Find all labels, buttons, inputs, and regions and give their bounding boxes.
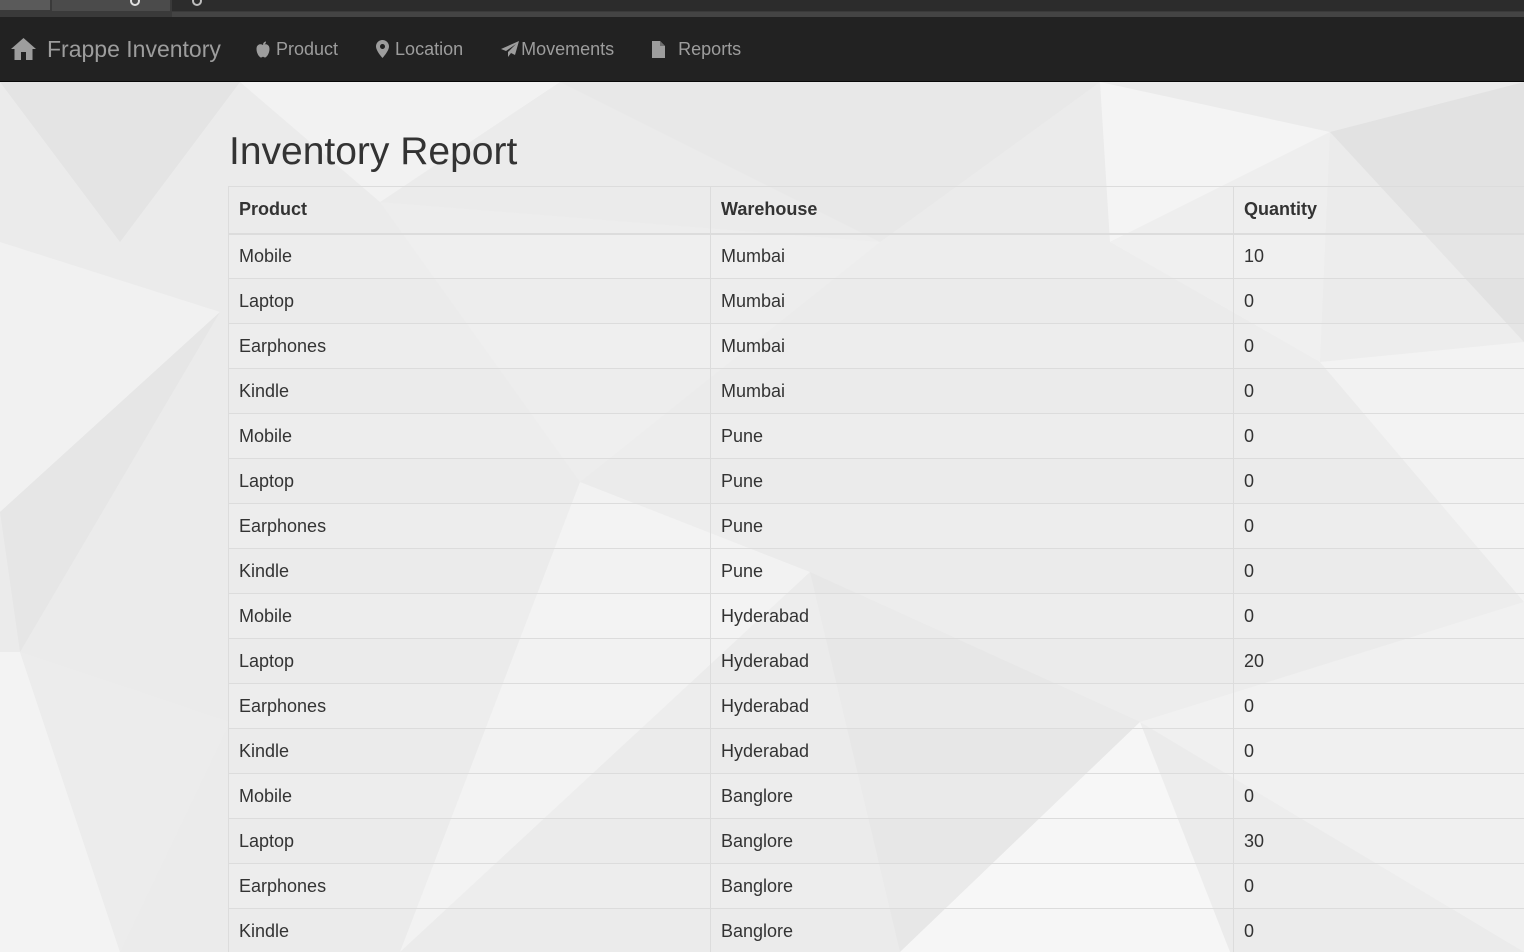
product-cell: Laptop	[228, 458, 711, 504]
quantity-cell: 0	[1233, 278, 1524, 324]
nav-item-label: Product	[276, 38, 339, 59]
brand-link[interactable]: Frappe Inventory	[11, 17, 221, 81]
warehouse-cell: Hyderabad	[710, 638, 1234, 684]
nav-item-label: Reports	[678, 38, 742, 59]
quantity-cell: 0	[1233, 458, 1524, 504]
product-cell: Laptop	[228, 818, 711, 864]
browser-tab-strip	[0, 0, 1524, 17]
map-marker-icon	[376, 40, 390, 58]
quantity-cell: 0	[1233, 548, 1524, 594]
product-cell: Earphones	[228, 683, 711, 729]
warehouse-cell: Mumbai	[710, 278, 1234, 324]
warehouse-cell: Mumbai	[710, 233, 1234, 279]
warehouse-cell: Banglore	[710, 773, 1234, 819]
product-cell: Mobile	[228, 773, 711, 819]
column-header-warehouse: Warehouse	[710, 186, 1234, 235]
home-icon	[11, 38, 36, 60]
product-cell: Kindle	[228, 548, 711, 594]
quantity-cell: 30	[1233, 818, 1524, 864]
nav-item-reports[interactable]: Reports	[652, 39, 741, 60]
table-row: Kindle Banglore 0	[228, 908, 1524, 952]
product-cell: Kindle	[228, 908, 711, 952]
warehouse-cell: Pune	[710, 458, 1234, 504]
warehouse-cell: Hyderabad	[710, 683, 1234, 729]
product-cell: Kindle	[228, 368, 711, 414]
quantity-cell: 0	[1233, 683, 1524, 729]
nav-item-product[interactable]: Product	[256, 39, 338, 60]
nav-item-label: Location	[395, 38, 464, 59]
nav-item-location[interactable]: Location	[376, 39, 463, 60]
quantity-cell: 20	[1233, 638, 1524, 684]
quantity-cell: 0	[1233, 773, 1524, 819]
quantity-cell: 10	[1233, 233, 1524, 279]
table-header-row: Product Warehouse Quantity	[228, 186, 1524, 235]
table-row: Earphones Banglore 0	[228, 863, 1524, 909]
table-row: Kindle Mumbai 0	[228, 368, 1524, 414]
file-icon	[652, 40, 666, 58]
quantity-cell: 0	[1233, 863, 1524, 909]
table-row: Earphones Mumbai 0	[228, 323, 1524, 369]
page-title: Inventory Report	[229, 130, 518, 173]
table-row: Earphones Pune 0	[228, 503, 1524, 549]
quantity-cell: 0	[1233, 323, 1524, 369]
quantity-cell: 0	[1233, 728, 1524, 774]
warehouse-cell: Banglore	[710, 863, 1234, 909]
table-row: Mobile Hyderabad 0	[228, 593, 1524, 639]
product-cell: Laptop	[228, 278, 711, 324]
warehouse-cell: Banglore	[710, 818, 1234, 864]
product-cell: Earphones	[228, 503, 711, 549]
quantity-cell: 0	[1233, 908, 1524, 952]
table-row: Kindle Hyderabad 0	[228, 728, 1524, 774]
table-row: Mobile Pune 0	[228, 413, 1524, 459]
quantity-cell: 0	[1233, 413, 1524, 459]
brand-label: Frappe Inventory	[47, 35, 221, 62]
product-cell: Mobile	[228, 593, 711, 639]
quantity-cell: 0	[1233, 593, 1524, 639]
warehouse-cell: Hyderabad	[710, 593, 1234, 639]
nav-item-label: Movements	[521, 38, 615, 59]
warehouse-cell: Pune	[710, 548, 1234, 594]
table-row: Laptop Pune 0	[228, 458, 1524, 504]
browser-tab[interactable]	[0, 0, 50, 10]
table-row: Mobile Mumbai 10	[228, 233, 1524, 279]
product-cell: Earphones	[228, 323, 711, 369]
table-row: Laptop Hyderabad 20	[228, 638, 1524, 684]
top-navbar: Frappe Inventory Product Location Moveme…	[0, 17, 1524, 82]
quantity-cell: 0	[1233, 503, 1524, 549]
product-cell: Kindle	[228, 728, 711, 774]
warehouse-cell: Mumbai	[710, 368, 1234, 414]
browser-tab[interactable]	[52, 0, 170, 11]
warehouse-cell: Banglore	[710, 908, 1234, 952]
warehouse-cell: Hyderabad	[710, 728, 1234, 774]
warehouse-cell: Mumbai	[710, 323, 1234, 369]
apple-icon	[256, 41, 270, 58]
column-header-product: Product	[228, 186, 711, 235]
product-cell: Laptop	[228, 638, 711, 684]
product-cell: Mobile	[228, 233, 711, 279]
table-row: Laptop Banglore 30	[228, 818, 1524, 864]
product-cell: Mobile	[228, 413, 711, 459]
inventory-table: Product Warehouse Quantity Mobile Mumbai 1…	[228, 186, 1524, 952]
table-row: Kindle Pune 0	[228, 548, 1524, 594]
nav-item-movements[interactable]: Movements	[501, 39, 614, 60]
column-header-quantity: Quantity	[1233, 186, 1524, 235]
nav-menu: Product Location Movements Reports	[256, 17, 779, 81]
warehouse-cell: Pune	[710, 503, 1234, 549]
quantity-cell: 0	[1233, 368, 1524, 414]
table-row: Earphones Hyderabad 0	[228, 683, 1524, 729]
send-icon	[501, 41, 520, 57]
warehouse-cell: Pune	[710, 413, 1234, 459]
product-cell: Earphones	[228, 863, 711, 909]
browser-tab-active[interactable]	[172, 0, 1524, 11]
table-row: Mobile Banglore 0	[228, 773, 1524, 819]
table-row: Laptop Mumbai 0	[228, 278, 1524, 324]
